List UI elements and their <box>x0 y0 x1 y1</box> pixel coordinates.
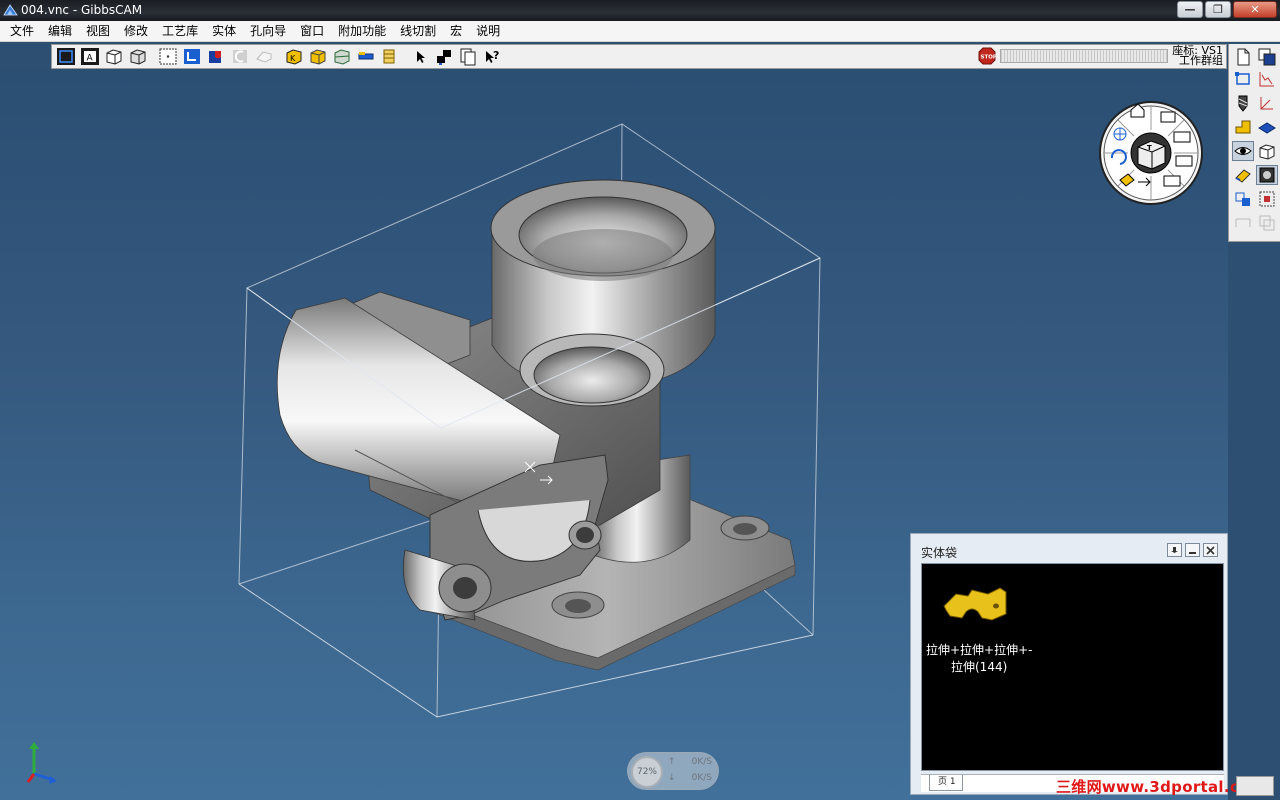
svg-text:?: ? <box>493 49 499 62</box>
svg-text:K: K <box>290 54 296 63</box>
eraser-tool-icon[interactable] <box>1232 165 1254 185</box>
menu-macro[interactable]: 宏 <box>443 21 469 41</box>
cube-outline-icon[interactable] <box>103 47 125 67</box>
menu-hole-wizard[interactable]: 孔向导 <box>243 21 293 41</box>
new-document-icon[interactable] <box>1232 47 1254 67</box>
doc-stack-icon[interactable] <box>457 47 479 67</box>
menu-edit[interactable]: 编辑 <box>41 21 79 41</box>
yellow-stack-icon[interactable] <box>379 47 401 67</box>
disabled-dimension-icon <box>1232 213 1254 233</box>
minimize-panel-icon[interactable] <box>1185 543 1200 557</box>
download-rate-value: 0K/S <box>691 773 712 783</box>
select-box-icon[interactable] <box>157 47 179 67</box>
cutter-tool-icon[interactable] <box>1232 93 1254 113</box>
solids-bag-panel: 实体袋 拉伸+拉伸+拉伸+- 拉伸(144) 页 1 <box>910 533 1228 795</box>
wireframe-view-icon[interactable] <box>55 47 77 67</box>
text-view-icon[interactable]: A <box>79 47 101 67</box>
progress-bar <box>1000 49 1168 63</box>
menu-bar: 文件 编辑 视图 修改 工艺库 实体 孔向导 窗口 附加功能 线切割 宏 说明 <box>0 21 1280 42</box>
main-toolbar: A K ? STOP 座标: VS1 工作群组 <box>51 44 1227 69</box>
minimize-button[interactable]: — <box>1177 1 1203 18</box>
solid-thumbnail-icon[interactable] <box>942 584 1008 624</box>
yellow-step-icon[interactable] <box>1232 117 1254 137</box>
cube-shaded-icon[interactable] <box>127 47 149 67</box>
pin-icon[interactable] <box>1167 543 1182 557</box>
watermark-text: 三维网www.3dportal.cn <box>1056 778 1251 796</box>
axis-triad-icon <box>26 742 57 784</box>
stop-icon[interactable]: STOP <box>978 47 996 65</box>
help-pointer-icon[interactable]: ? <box>481 47 503 67</box>
right-tool-palette <box>1228 44 1280 242</box>
black-blocks-icon[interactable] <box>433 47 455 67</box>
menu-modify[interactable]: 修改 <box>117 21 155 41</box>
close-panel-icon[interactable] <box>1203 543 1218 557</box>
disabled-copy-icon <box>1256 213 1278 233</box>
page-tab-1[interactable]: 页 1 <box>929 775 963 791</box>
render-view-icon[interactable] <box>1256 165 1278 185</box>
rectangle-tool-icon[interactable] <box>1232 69 1254 89</box>
window-title: 004.vnc - GibbsCAM <box>21 3 143 17</box>
title-bar: 004.vnc - GibbsCAM — ❐ ✕ <box>0 0 1280 21</box>
solids-list-view[interactable]: 拉伸+拉伸+拉伸+- 拉伸(144) <box>921 563 1224 771</box>
menu-plugins[interactable]: 附加功能 <box>331 21 393 41</box>
select-region-icon[interactable] <box>1256 189 1278 209</box>
menu-help[interactable]: 说明 <box>469 21 507 41</box>
blue-corner-icon[interactable] <box>181 47 203 67</box>
svg-text:STOP: STOP <box>981 55 997 61</box>
view-navigation-wheel[interactable]: T <box>1098 100 1204 206</box>
menu-process-library[interactable]: 工艺库 <box>155 21 205 41</box>
svg-text:A: A <box>87 54 94 64</box>
menu-wire-edm[interactable]: 线切割 <box>393 21 443 41</box>
curve-tool-icon[interactable] <box>1256 69 1278 89</box>
solid-name-line2: 拉伸(144) <box>951 660 1008 674</box>
solid-name-label[interactable]: 拉伸+拉伸+拉伸+- 拉伸(144) <box>926 642 1086 676</box>
upload-rate-value: 0K/S <box>691 757 712 767</box>
menu-solid[interactable]: 实体 <box>205 21 243 41</box>
maximize-button[interactable]: ❐ <box>1205 1 1231 18</box>
menu-view[interactable]: 视图 <box>79 21 117 41</box>
windows-stack-icon[interactable] <box>1256 47 1278 67</box>
speed-percent: 72% <box>631 756 663 788</box>
ghost-shape-icon[interactable] <box>253 47 275 67</box>
solid-name-line1: 拉伸+拉伸+拉伸+- <box>926 643 1033 657</box>
axis-angle-icon[interactable] <box>1256 93 1278 113</box>
close-button[interactable]: ✕ <box>1233 1 1277 18</box>
pointer-arrow-icon[interactable] <box>409 47 431 67</box>
download-arrow-icon: ↓ <box>668 773 676 783</box>
menu-window[interactable]: 窗口 <box>293 21 331 41</box>
yellow-box-k-icon[interactable]: K <box>283 47 305 67</box>
solids-panel-title: 实体袋 <box>921 546 958 560</box>
solids-panel-header: 实体袋 <box>911 534 1227 562</box>
upload-arrow-icon: ↑ <box>668 757 676 767</box>
svg-text:T: T <box>1147 144 1152 152</box>
blue-plane-icon[interactable] <box>1256 117 1278 137</box>
gibbscam-app-icon <box>3 4 18 16</box>
cube-view-icon[interactable] <box>1256 141 1278 161</box>
transform-icon[interactable] <box>1232 189 1254 209</box>
blue-bar-icon[interactable] <box>355 47 377 67</box>
coordinate-system-readout: 座标: VS1 工作群组 <box>1172 45 1223 67</box>
yellow-box-icon[interactable] <box>307 47 329 67</box>
red-blue-shape-icon[interactable] <box>205 47 227 67</box>
green-box-icon[interactable] <box>331 47 353 67</box>
gray-bracket-icon[interactable] <box>229 47 251 67</box>
taskbar-button[interactable] <box>1236 776 1274 796</box>
workgroup-label: 工作群组 <box>1179 54 1223 67</box>
network-speed-widget: 72% ↑ 0K/S ↓ 0K/S <box>627 752 719 790</box>
menu-file[interactable]: 文件 <box>3 21 41 41</box>
eye-view-icon[interactable] <box>1232 141 1254 161</box>
